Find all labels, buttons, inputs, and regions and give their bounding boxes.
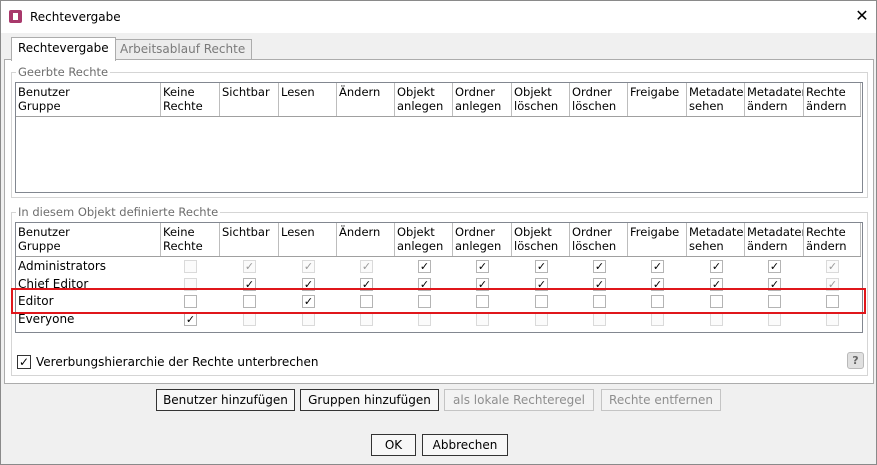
column-header[interactable]: Ändern	[337, 83, 395, 116]
column-header[interactable]: Ordner anlegen	[453, 83, 512, 116]
column-header[interactable]: Objekt löschen	[512, 83, 570, 116]
defined-rights-table[interactable]: Benutzer Gruppe Keine Rechte Sichtbar Lesen Än…	[15, 222, 863, 333]
cancel-button[interactable]: Abbrechen	[422, 434, 508, 456]
column-header[interactable]: Sichtbar	[220, 223, 279, 256]
column-header[interactable]: Metadaten ändern	[745, 223, 804, 256]
column-header[interactable]: Metadaten ändern	[745, 83, 804, 116]
permission-checkbox	[651, 313, 664, 326]
column-header[interactable]: Keine Rechte	[161, 223, 220, 256]
dialog-window: Rechtevergabe ✕ Rechtevergabe Arbeitsabl…	[0, 0, 877, 465]
defined-rights-legend: In diesem Objekt definierte Rechte	[16, 205, 221, 219]
tab-rechtevergabe[interactable]: Rechtevergabe	[11, 37, 116, 61]
column-header[interactable]: Ordner anlegen	[453, 223, 512, 256]
inherited-rights-table[interactable]: Benutzer Gruppe Keine Rechte Sichtbar Lesen Än…	[15, 82, 863, 193]
inheritance-checkbox-label[interactable]: Vererbungshierarchie der Rechte unterbre…	[36, 355, 319, 369]
permission-checkbox	[243, 313, 256, 326]
column-header[interactable]: Objekt anlegen	[395, 83, 453, 116]
tab-arbeitsablauf-rechte[interactable]: Arbeitsablauf Rechte	[113, 39, 253, 59]
inherited-rights-legend: Geerbte Rechte	[16, 65, 111, 79]
permission-checkbox: ✓	[243, 260, 256, 273]
inherited-rights-group: Geerbte Rechte Benutzer Gruppe Keine Rechte…	[11, 65, 868, 198]
column-header[interactable]: Ordner löschen	[570, 83, 628, 116]
permission-checkbox	[535, 313, 548, 326]
remove-rights-button[interactable]: Rechte entfernen	[601, 389, 721, 411]
column-header[interactable]: Objekt löschen	[512, 223, 570, 256]
permission-checkbox[interactable]: ✓	[535, 260, 548, 273]
column-header[interactable]: Metadaten sehen	[687, 223, 745, 256]
column-header[interactable]: Lesen	[279, 223, 337, 256]
column-header[interactable]: Freigabe	[628, 223, 687, 256]
column-header[interactable]: Ordner löschen	[570, 223, 628, 256]
tab-panel: Geerbte Rechte Benutzer Gruppe Keine Rechte…	[4, 59, 874, 384]
permission-checkbox[interactable]: ✓	[710, 260, 723, 273]
permission-checkbox: ✓	[826, 260, 839, 273]
column-header[interactable]: Sichtbar	[220, 83, 279, 116]
table-header: Benutzer Gruppe Keine Rechte Sichtbar Lesen Än…	[16, 223, 861, 257]
permission-checkbox[interactable]: ✓	[768, 260, 781, 273]
permission-checkbox	[710, 313, 723, 326]
permission-checkbox	[360, 313, 373, 326]
add-user-button[interactable]: Benutzer hinzufügen	[156, 389, 295, 411]
column-header[interactable]: Objekt anlegen	[395, 223, 453, 256]
table-row[interactable]: Administrators ✓ ✓ ✓ ✓ ✓ ✓ ✓ ✓ ✓ ✓ ✓	[16, 258, 861, 276]
editor-row-highlight	[11, 288, 866, 314]
column-header[interactable]: Rechte ändern	[804, 223, 861, 256]
title-bar: Rechtevergabe ✕	[1, 1, 876, 33]
column-header[interactable]: Freigabe	[628, 83, 687, 116]
close-icon[interactable]: ✕	[853, 5, 871, 27]
permission-checkbox	[768, 313, 781, 326]
permission-checkbox	[476, 313, 489, 326]
column-header[interactable]: Rechte ändern	[804, 83, 861, 116]
window-title: Rechtevergabe	[30, 10, 121, 24]
column-header[interactable]: Lesen	[279, 83, 337, 116]
permission-checkbox: ✓	[302, 260, 315, 273]
permission-checkbox[interactable]: ✓	[184, 313, 197, 326]
permission-checkbox	[302, 313, 315, 326]
permission-checkbox	[418, 313, 431, 326]
column-header[interactable]: Benutzer Gruppe	[16, 223, 161, 256]
row-name: Administrators	[18, 259, 107, 273]
permission-checkbox: ✓	[360, 260, 373, 273]
permission-checkbox[interactable]: ✓	[593, 260, 606, 273]
column-header[interactable]: Metadaten sehen	[687, 83, 745, 116]
local-rule-button[interactable]: als lokale Rechteregel	[444, 389, 594, 411]
row-name: Everyone	[18, 312, 75, 326]
add-group-button[interactable]: Gruppen hinzufügen	[300, 389, 439, 411]
permission-checkbox	[826, 313, 839, 326]
permission-checkbox	[184, 260, 197, 273]
permission-checkbox[interactable]: ✓	[476, 260, 489, 273]
ok-button[interactable]: OK	[371, 434, 416, 456]
table-header: Benutzer Gruppe Keine Rechte Sichtbar Lesen Än…	[16, 83, 861, 117]
app-icon	[9, 10, 22, 23]
permission-checkbox[interactable]: ✓	[651, 260, 664, 273]
permission-checkbox[interactable]: ✓	[418, 260, 431, 273]
column-header[interactable]: Ändern	[337, 223, 395, 256]
inheritance-checkbox[interactable]: ✓	[17, 355, 31, 369]
help-icon[interactable]: ?	[847, 352, 864, 369]
column-header[interactable]: Benutzer Gruppe	[16, 83, 161, 116]
column-header[interactable]: Keine Rechte	[161, 83, 220, 116]
permission-checkbox	[593, 313, 606, 326]
